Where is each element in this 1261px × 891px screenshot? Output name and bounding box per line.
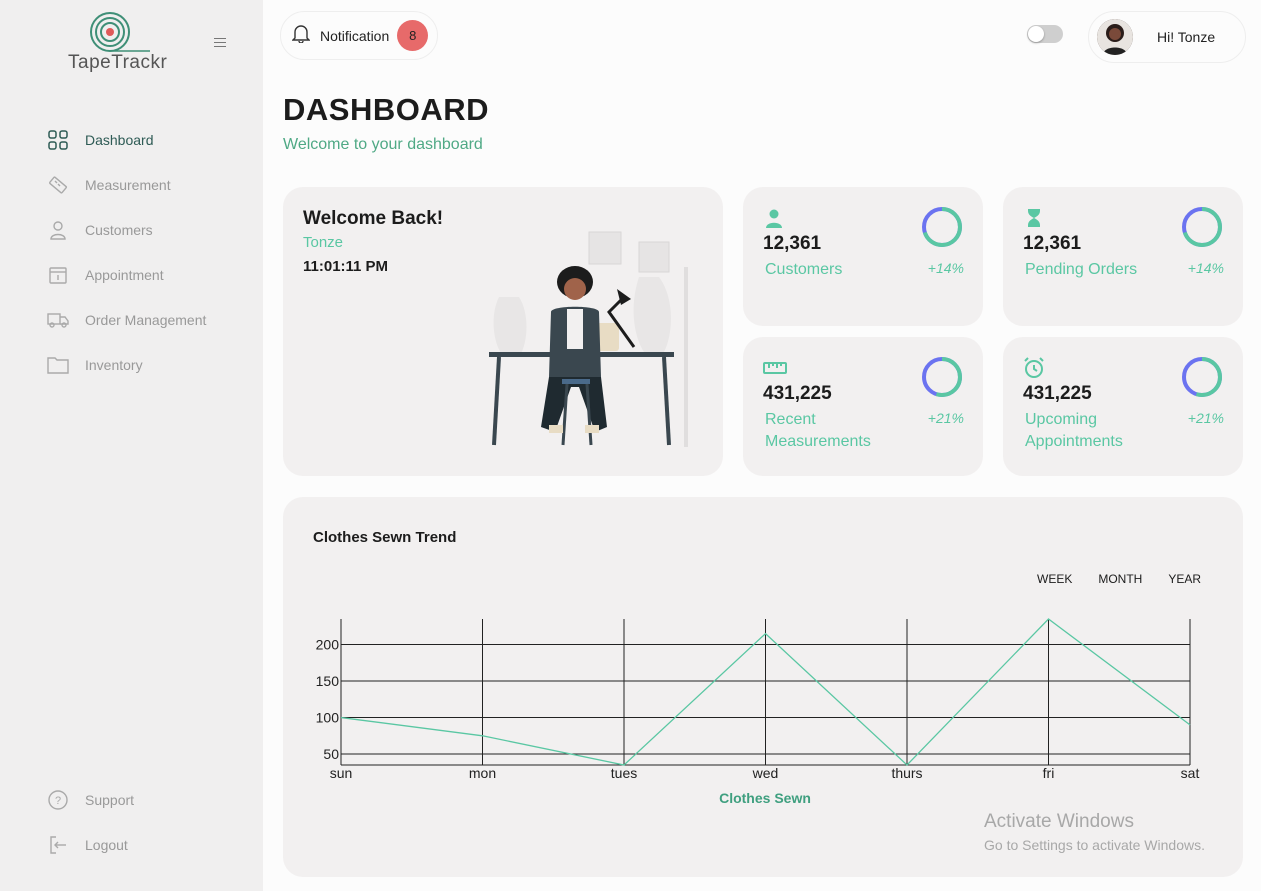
tape-logo-icon bbox=[90, 12, 150, 52]
tailor-illustration bbox=[489, 231, 688, 447]
progress-ring bbox=[1182, 207, 1222, 247]
stat-value: 431,225 bbox=[1023, 383, 1092, 404]
sidebar-item-support[interactable]: ? Support bbox=[47, 777, 134, 822]
stat-label: Pending Orders bbox=[1025, 261, 1138, 278]
notification-label: Notification bbox=[320, 27, 390, 44]
y-tick-label: 150 bbox=[316, 673, 340, 689]
notification-button[interactable]: Notification 8 bbox=[280, 11, 438, 60]
folder-icon bbox=[47, 354, 69, 376]
sidebar-item-label: Dashboard bbox=[85, 131, 154, 148]
alarm-clock-icon bbox=[1023, 357, 1045, 379]
y-tick-label: 200 bbox=[316, 637, 340, 653]
stat-label: Recent Measurements bbox=[765, 411, 871, 450]
x-tick-label: sat bbox=[1181, 765, 1200, 781]
stat-value: 12,361 bbox=[1023, 233, 1082, 254]
avatar bbox=[1097, 19, 1133, 55]
sidebar-item-label: Support bbox=[85, 791, 135, 808]
stat-card-recent-measurements[interactable]: 431,225 Recent Measurements +21% bbox=[743, 337, 983, 476]
x-tick-label: mon bbox=[469, 765, 496, 781]
stat-label: Upcoming Appointments bbox=[1025, 411, 1123, 450]
app-logo[interactable]: TapeTrackr bbox=[68, 12, 168, 74]
sidebar-item-appointment[interactable]: Appointment bbox=[47, 252, 206, 297]
tape-measure-icon bbox=[47, 174, 69, 196]
sidebar-nav: Dashboard Measurement Customers Appointm… bbox=[47, 117, 206, 387]
sidebar-item-label: Customers bbox=[85, 221, 153, 238]
windows-watermark-subtitle: Go to Settings to activate Windows. bbox=[984, 837, 1205, 853]
stat-card-pending-orders[interactable]: 12,361 Pending Orders +14% bbox=[1003, 187, 1243, 326]
hourglass-icon bbox=[1023, 207, 1045, 229]
theme-toggle[interactable] bbox=[1027, 25, 1063, 43]
dashboard-grid-icon bbox=[47, 129, 69, 151]
notification-count-badge: 8 bbox=[397, 20, 429, 51]
sidebar-item-label: Appointment bbox=[85, 266, 164, 283]
logout-icon bbox=[47, 834, 69, 856]
stat-change: +21% bbox=[1187, 410, 1224, 426]
stat-value: 431,225 bbox=[763, 383, 832, 404]
stat-card-upcoming-appointments[interactable]: 431,225 Upcoming Appointments +21% bbox=[1003, 337, 1243, 476]
ruler-icon bbox=[763, 357, 787, 379]
x-tick-label: fri bbox=[1043, 765, 1055, 781]
sidebar-item-customers[interactable]: Customers bbox=[47, 207, 206, 252]
page-subtitle: Welcome to your dashboard bbox=[283, 136, 483, 153]
stat-change: +21% bbox=[927, 410, 964, 426]
toggle-knob bbox=[1028, 26, 1044, 42]
sidebar-item-label: Inventory bbox=[85, 356, 143, 373]
stat-label: Customers bbox=[765, 261, 843, 278]
calendar-icon bbox=[47, 264, 69, 286]
user-greeting: Hi! Tonze bbox=[1157, 29, 1216, 45]
stat-card-customers[interactable]: 12,361 Customers +14% bbox=[743, 187, 983, 326]
stat-change: +14% bbox=[1187, 260, 1224, 276]
sidebar-item-dashboard[interactable]: Dashboard bbox=[47, 117, 206, 162]
stat-change: +14% bbox=[927, 260, 964, 276]
svg-text:?: ? bbox=[55, 795, 61, 807]
truck-icon bbox=[47, 309, 69, 331]
bell-icon bbox=[291, 23, 311, 48]
sidebar-item-inventory[interactable]: Inventory bbox=[47, 342, 206, 387]
welcome-heading: Welcome Back! bbox=[303, 208, 444, 229]
sidebar-item-logout[interactable]: Logout bbox=[47, 822, 134, 867]
x-tick-label: wed bbox=[752, 765, 779, 781]
user-icon bbox=[763, 207, 785, 229]
y-tick-label: 100 bbox=[316, 710, 340, 726]
progress-ring bbox=[922, 207, 962, 247]
sidebar-item-measurement[interactable]: Measurement bbox=[47, 162, 206, 207]
sidebar-item-order-management[interactable]: Order Management bbox=[47, 297, 206, 342]
user-profile-button[interactable]: Hi! Tonze bbox=[1088, 11, 1246, 63]
welcome-user-name: Tonze bbox=[303, 234, 344, 251]
windows-watermark-title: Activate Windows bbox=[984, 811, 1134, 832]
welcome-clock: 11:01:11 PM bbox=[303, 258, 389, 275]
x-tick-label: sun bbox=[330, 765, 353, 781]
sidebar-bottom-nav: ? Support Logout bbox=[47, 777, 134, 867]
page-title: DASHBOARD bbox=[283, 92, 489, 127]
x-axis-title: Clothes Sewn bbox=[719, 790, 811, 806]
welcome-card: Welcome Back! Tonze 11:01:11 PM bbox=[283, 187, 723, 476]
sidebar-item-label: Order Management bbox=[85, 311, 207, 328]
sidebar-item-label: Logout bbox=[85, 836, 128, 853]
x-tick-label: tues bbox=[611, 765, 637, 781]
progress-ring bbox=[1182, 357, 1222, 397]
menu-toggle-icon[interactable] bbox=[214, 38, 226, 48]
sidebar-item-label: Measurement bbox=[85, 176, 171, 193]
sidebar: TapeTrackr Dashboard Measurement Custome… bbox=[0, 0, 263, 891]
help-circle-icon: ? bbox=[47, 789, 69, 811]
user-icon bbox=[47, 219, 69, 241]
stat-value: 12,361 bbox=[763, 233, 822, 254]
logo-text: TapeTrackr bbox=[68, 52, 168, 73]
x-tick-label: thurs bbox=[891, 765, 922, 781]
y-tick-label: 50 bbox=[323, 746, 339, 762]
progress-ring bbox=[922, 357, 962, 397]
